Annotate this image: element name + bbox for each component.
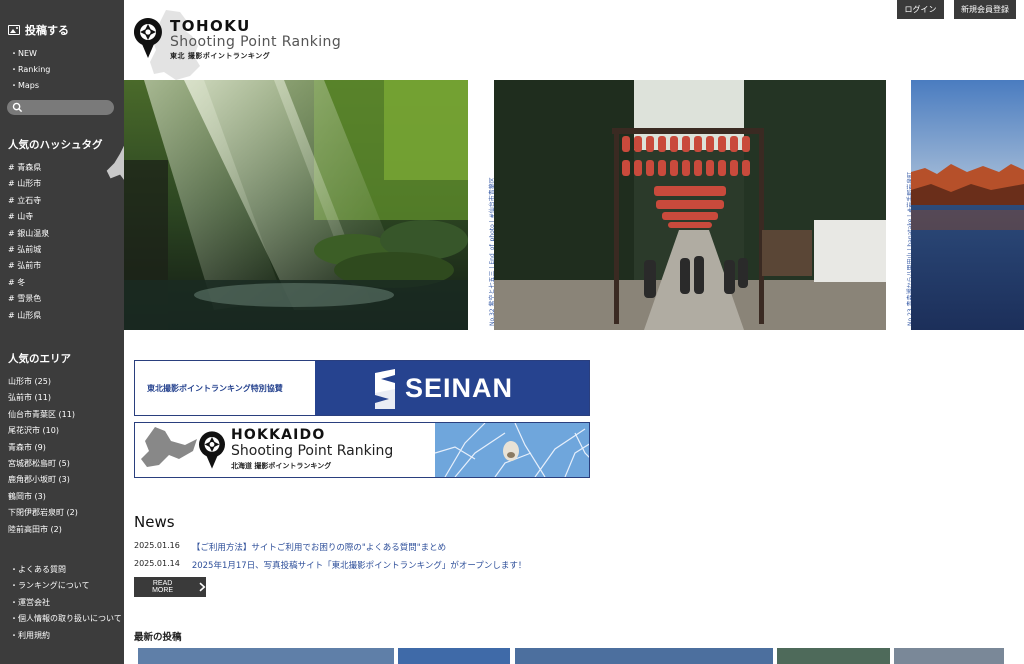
- logo-title: TOHOKU: [170, 17, 251, 35]
- lake-photo: [911, 80, 1024, 330]
- carousel-slide-lake[interactable]: [911, 80, 1024, 330]
- latest-posts-heading: 最新の投稿: [134, 632, 182, 643]
- login-button[interactable]: ログイン: [897, 0, 944, 19]
- news-date: 2025.01.16: [134, 541, 180, 550]
- seinan-logo-area: SEINAN: [315, 361, 589, 415]
- chevron-right-icon: [199, 582, 206, 592]
- sponsor-text: 東北撮影ポイントランキング特別協賛: [147, 383, 283, 393]
- hokkaido-banner[interactable]: HOKKAIDO Shooting Point Ranking 北海道 撮影ポイ…: [134, 422, 590, 478]
- logo-subtitle: Shooting Point Ranking: [170, 34, 342, 50]
- area-item[interactable]: 下閉伊郡岩泉町 (2): [8, 505, 78, 521]
- footer-link-ranking[interactable]: ・ランキングについて: [10, 578, 122, 594]
- carousel-slide-shrine[interactable]: [494, 80, 886, 330]
- shrine-photo: [494, 80, 886, 330]
- footer-links: ・よくある質問 ・ランキングについて ・運営会社 ・個人情報の取り扱いについて …: [10, 562, 122, 644]
- post-link[interactable]: 投稿する: [8, 22, 69, 38]
- footer-link-faq[interactable]: ・よくある質問: [10, 562, 122, 578]
- carousel-slide-forest[interactable]: [124, 80, 468, 330]
- footer-link-terms[interactable]: ・利用規約: [10, 628, 122, 644]
- news-item: 2025.01.14 2025年1月17日、写真投稿サイト「東北撮影ポイントラン…: [134, 559, 526, 571]
- seinan-logo-text: SEINAN: [405, 373, 514, 403]
- area-item[interactable]: 尾花沢市 (10): [8, 423, 78, 439]
- sidebar-item-ranking[interactable]: ・Ranking: [10, 62, 50, 78]
- read-more-label: READ MORE: [152, 580, 174, 594]
- area-item[interactable]: 鶴岡市 (3): [8, 489, 78, 505]
- footer-link-privacy[interactable]: ・個人情報の取り扱いについて: [10, 611, 122, 627]
- image-icon: [8, 25, 20, 35]
- sponsor-banner[interactable]: 東北撮影ポイントランキング特別協賛 SEINAN: [134, 360, 590, 416]
- post-label: 投稿する: [25, 24, 69, 37]
- hashtag-list: # 青森県 # 山形市 # 立石寺 # 山寺 # 銀山温泉 # 弘前城 # 弘前…: [8, 160, 49, 324]
- hashtag-item[interactable]: # 山形市: [8, 176, 49, 192]
- sidebar-item-maps[interactable]: ・Maps: [10, 78, 50, 94]
- news-link[interactable]: 【ご利用方法】サイトご利用でお困りの際の"よくある質問"まとめ: [192, 541, 446, 553]
- hashtag-item[interactable]: # 弘前市: [8, 258, 49, 274]
- site-logo[interactable]: TOHOKU Shooting Point Ranking 東北 撮影ポイントラ…: [134, 16, 364, 64]
- search-input[interactable]: [7, 100, 114, 115]
- hashtag-item[interactable]: # 青森県: [8, 160, 49, 176]
- news-link[interactable]: 2025年1月17日、写真投稿サイト「東北撮影ポイントランキング」がオープンしま…: [192, 559, 527, 571]
- area-item[interactable]: 鹿角郡小坂町 (3): [8, 472, 78, 488]
- area-list: 山形市 (25) 弘前市 (11) 仙台市青葉区 (11) 尾花沢市 (10) …: [8, 374, 78, 538]
- forest-photo: [124, 80, 468, 330]
- register-button[interactable]: 新規会員登録: [954, 0, 1016, 19]
- area-item[interactable]: 青森市 (9): [8, 440, 78, 456]
- hashtag-item[interactable]: # 雪景色: [8, 291, 49, 307]
- hokkaido-japanese: 北海道 撮影ポイントランキング: [231, 462, 332, 470]
- area-item[interactable]: 弘前市 (11): [8, 390, 78, 406]
- hashtag-item[interactable]: # 山寺: [8, 209, 49, 225]
- hashtag-item[interactable]: # 銀山温泉: [8, 226, 49, 242]
- read-more-button[interactable]: READ MORE: [134, 577, 206, 597]
- hashtag-item[interactable]: # 立石寺: [8, 193, 49, 209]
- latest-post-thumbnail[interactable]: [398, 648, 510, 664]
- latest-post-thumbnail[interactable]: [515, 648, 773, 664]
- camera-aperture-icon: [134, 18, 162, 58]
- hokkaido-subtitle: Shooting Point Ranking: [231, 443, 394, 459]
- hashtag-item[interactable]: # 弘前城: [8, 242, 49, 258]
- sidebar-menu: ・NEW ・Ranking ・Maps: [10, 46, 50, 94]
- sidebar-item-new[interactable]: ・NEW: [10, 46, 50, 62]
- search-icon: [12, 102, 23, 113]
- footer-link-company[interactable]: ・運営会社: [10, 595, 122, 611]
- area-item[interactable]: 陸前高田市 (2): [8, 522, 78, 538]
- sidebar: 投稿する ・NEW ・Ranking ・Maps 人気のハッシュタグ # 青森県…: [0, 0, 124, 664]
- latest-post-thumbnail[interactable]: [777, 648, 890, 664]
- area-item[interactable]: 山形市 (25): [8, 374, 78, 390]
- news-heading: News: [134, 513, 175, 531]
- areas-heading: 人気のエリア: [8, 353, 71, 365]
- latest-post-thumbnail[interactable]: [894, 648, 1004, 664]
- area-item[interactable]: 仙台市青葉区 (11): [8, 407, 78, 423]
- news-item: 2025.01.16 【ご利用方法】サイトご利用でお困りの際の"よくある質問"ま…: [134, 541, 446, 553]
- latest-post-thumbnail[interactable]: [138, 648, 394, 664]
- hashtag-item[interactable]: # 冬: [8, 275, 49, 291]
- snowy-tree-photo: [435, 423, 589, 477]
- area-item[interactable]: 宮城郡松島町 (5): [8, 456, 78, 472]
- hokkaido-title: HOKKAIDO: [231, 427, 326, 443]
- hashtags-heading: 人気のハッシュタグ: [8, 139, 103, 151]
- seinan-emblem-icon: [375, 369, 395, 409]
- camera-aperture-icon: [199, 431, 225, 469]
- hashtag-item[interactable]: # 山形県: [8, 308, 49, 324]
- news-date: 2025.01.14: [134, 559, 180, 568]
- logo-japanese: 東北 撮影ポイントランキング: [170, 52, 271, 60]
